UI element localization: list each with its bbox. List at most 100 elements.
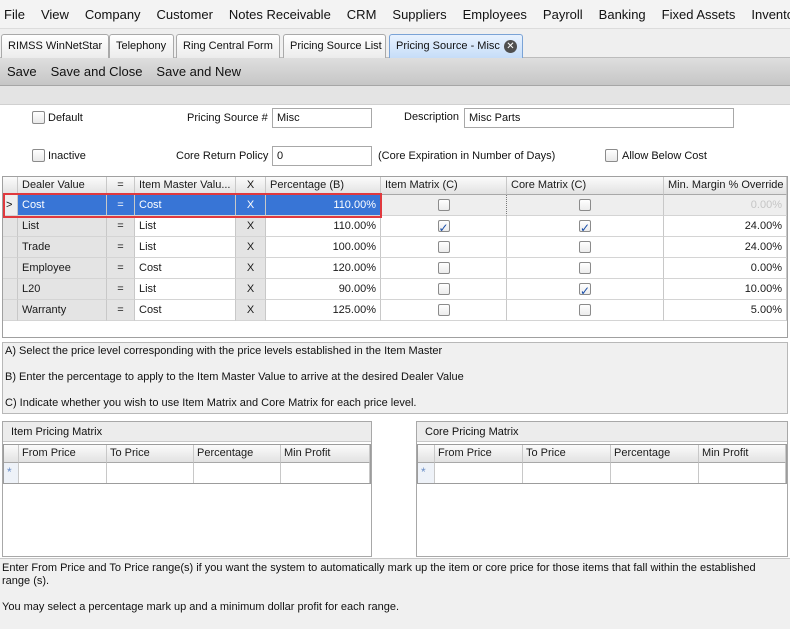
header-core-matrix[interactable]: Core Matrix (C) — [507, 177, 664, 195]
save-button[interactable]: Save — [0, 59, 44, 85]
cell-min-margin[interactable]: 24.00% — [664, 237, 787, 258]
cell-item-master-value[interactable]: List — [135, 216, 236, 237]
menu-crm[interactable]: CRM — [339, 0, 385, 28]
cell-dealer-value[interactable]: Trade — [18, 237, 107, 258]
header-to-price[interactable]: To Price — [523, 445, 611, 463]
new-row[interactable]: * — [4, 463, 370, 483]
table-row[interactable]: Trade = List X 100.00% 24.00% — [3, 237, 787, 258]
cell-dealer-value[interactable]: List — [18, 216, 107, 237]
header-percentage[interactable]: Percentage (B) — [266, 177, 381, 195]
cell-min-margin[interactable]: 0.00% — [664, 195, 787, 216]
item-matrix-checkbox[interactable] — [437, 283, 450, 296]
table-row[interactable]: L20 = List X 90.00% 10.00% — [3, 279, 787, 300]
cell-item-master-value[interactable]: List — [135, 237, 236, 258]
item-matrix-checkbox[interactable] — [437, 218, 450, 236]
core-matrix-checkbox[interactable] — [579, 262, 591, 275]
header-from-price[interactable]: From Price — [19, 445, 107, 463]
table-row[interactable]: Warranty = Cost X 125.00% 5.00% — [3, 300, 787, 321]
cell-item-matrix[interactable] — [381, 279, 507, 300]
close-tab-icon[interactable]: ✕ — [503, 39, 517, 53]
menu-company[interactable]: Company — [77, 0, 149, 28]
header-min-margin-override[interactable]: Min. Margin % Override — [664, 177, 787, 195]
save-and-close-button[interactable]: Save and Close — [44, 59, 150, 85]
menu-payroll[interactable]: Payroll — [535, 0, 591, 28]
core-matrix-checkbox[interactable] — [579, 281, 591, 299]
menu-view[interactable]: View — [33, 0, 77, 28]
cell-percentage[interactable]: 110.00% — [266, 195, 381, 216]
cell-percentage[interactable]: 120.00% — [266, 258, 381, 279]
new-row[interactable]: * — [418, 463, 786, 483]
core-matrix-checkbox[interactable] — [579, 199, 591, 212]
allow-below-cost-checkbox[interactable] — [605, 149, 618, 162]
tab-ring-central-form[interactable]: Ring Central Form — [176, 34, 280, 58]
cell-dealer-value[interactable]: L20 — [18, 279, 107, 300]
menu-suppliers[interactable]: Suppliers — [384, 0, 454, 28]
cell-dealer-value[interactable]: Warranty — [18, 300, 107, 321]
header-min-profit[interactable]: Min Profit — [699, 445, 786, 463]
menu-employees[interactable]: Employees — [455, 0, 535, 28]
cell-item-matrix[interactable] — [381, 237, 507, 258]
tab-telephony[interactable]: Telephony — [109, 34, 174, 58]
cell-dealer-value[interactable]: Employee — [18, 258, 107, 279]
inactive-checkbox[interactable] — [32, 149, 45, 162]
cell-item-matrix[interactable] — [381, 195, 507, 216]
cell-item-master-value[interactable]: Cost — [135, 258, 236, 279]
header-equals[interactable]: = — [107, 177, 135, 195]
cell-item-master-value[interactable]: Cost — [135, 300, 236, 321]
cell-to-price[interactable] — [107, 463, 194, 483]
cell-item-matrix[interactable] — [381, 258, 507, 279]
description-input[interactable]: Misc Parts — [464, 108, 734, 128]
cell-item-matrix[interactable] — [381, 300, 507, 321]
tab-pricing-source-list[interactable]: Pricing Source List — [283, 34, 386, 58]
menu-fixed-assets[interactable]: Fixed Assets — [654, 0, 744, 28]
core-matrix-checkbox[interactable] — [579, 218, 591, 236]
header-x[interactable]: X — [236, 177, 266, 195]
cell-item-master-value[interactable]: Cost — [135, 195, 236, 216]
cell-core-matrix[interactable] — [507, 195, 664, 216]
cell-min-profit[interactable] — [281, 463, 370, 483]
cell-item-matrix[interactable] — [381, 216, 507, 237]
header-item-matrix[interactable]: Item Matrix (C) — [381, 177, 507, 195]
save-and-new-button[interactable]: Save and New — [149, 59, 248, 85]
core-matrix-checkbox[interactable] — [579, 241, 591, 254]
cell-percentage[interactable]: 90.00% — [266, 279, 381, 300]
cell-percentage[interactable]: 110.00% — [266, 216, 381, 237]
header-min-profit[interactable]: Min Profit — [281, 445, 370, 463]
cell-from-price[interactable] — [19, 463, 107, 483]
tab-rimss-winnetstar[interactable]: RIMSS WinNetStar — [1, 34, 109, 58]
cell-from-price[interactable] — [435, 463, 523, 483]
tab-pricing-source-misc[interactable]: Pricing Source - Misc ✕ — [389, 34, 523, 58]
header-from-price[interactable]: From Price — [435, 445, 523, 463]
cell-dealer-value[interactable]: Cost — [18, 195, 107, 216]
table-row[interactable]: > Cost = Cost X 110.00% 0.00% — [3, 195, 787, 216]
cell-min-margin[interactable]: 5.00% — [664, 300, 787, 321]
header-item-master-value[interactable]: Item Master Valu... — [135, 177, 236, 195]
cell-item-master-value[interactable]: List — [135, 279, 236, 300]
menu-banking[interactable]: Banking — [591, 0, 654, 28]
cell-min-profit[interactable] — [699, 463, 786, 483]
menu-inventory[interactable]: Invento — [743, 0, 790, 28]
cell-core-matrix[interactable] — [507, 216, 664, 237]
core-matrix-checkbox[interactable] — [579, 304, 591, 317]
header-dealer-value[interactable]: Dealer Value — [18, 177, 107, 195]
header-percentage[interactable]: Percentage — [194, 445, 281, 463]
cell-percentage[interactable]: 125.00% — [266, 300, 381, 321]
cell-to-price[interactable] — [523, 463, 611, 483]
cell-core-matrix[interactable] — [507, 237, 664, 258]
cell-percentage[interactable]: 100.00% — [266, 237, 381, 258]
cell-core-matrix[interactable] — [507, 279, 664, 300]
cell-core-matrix[interactable] — [507, 258, 664, 279]
core-return-policy-input[interactable]: 0 — [272, 146, 372, 166]
menu-customer[interactable]: Customer — [149, 0, 221, 28]
header-to-price[interactable]: To Price — [107, 445, 194, 463]
cell-min-margin[interactable]: 24.00% — [664, 216, 787, 237]
table-row[interactable]: List = List X 110.00% 24.00% — [3, 216, 787, 237]
cell-min-margin[interactable]: 0.00% — [664, 258, 787, 279]
item-matrix-checkbox[interactable] — [437, 199, 450, 212]
table-row[interactable]: Employee = Cost X 120.00% 0.00% — [3, 258, 787, 279]
menu-file[interactable]: File — [0, 0, 33, 28]
item-matrix-checkbox[interactable] — [437, 262, 450, 275]
cell-percentage[interactable] — [194, 463, 281, 483]
menu-notes-receivable[interactable]: Notes Receivable — [221, 0, 339, 28]
item-matrix-checkbox[interactable] — [437, 304, 450, 317]
